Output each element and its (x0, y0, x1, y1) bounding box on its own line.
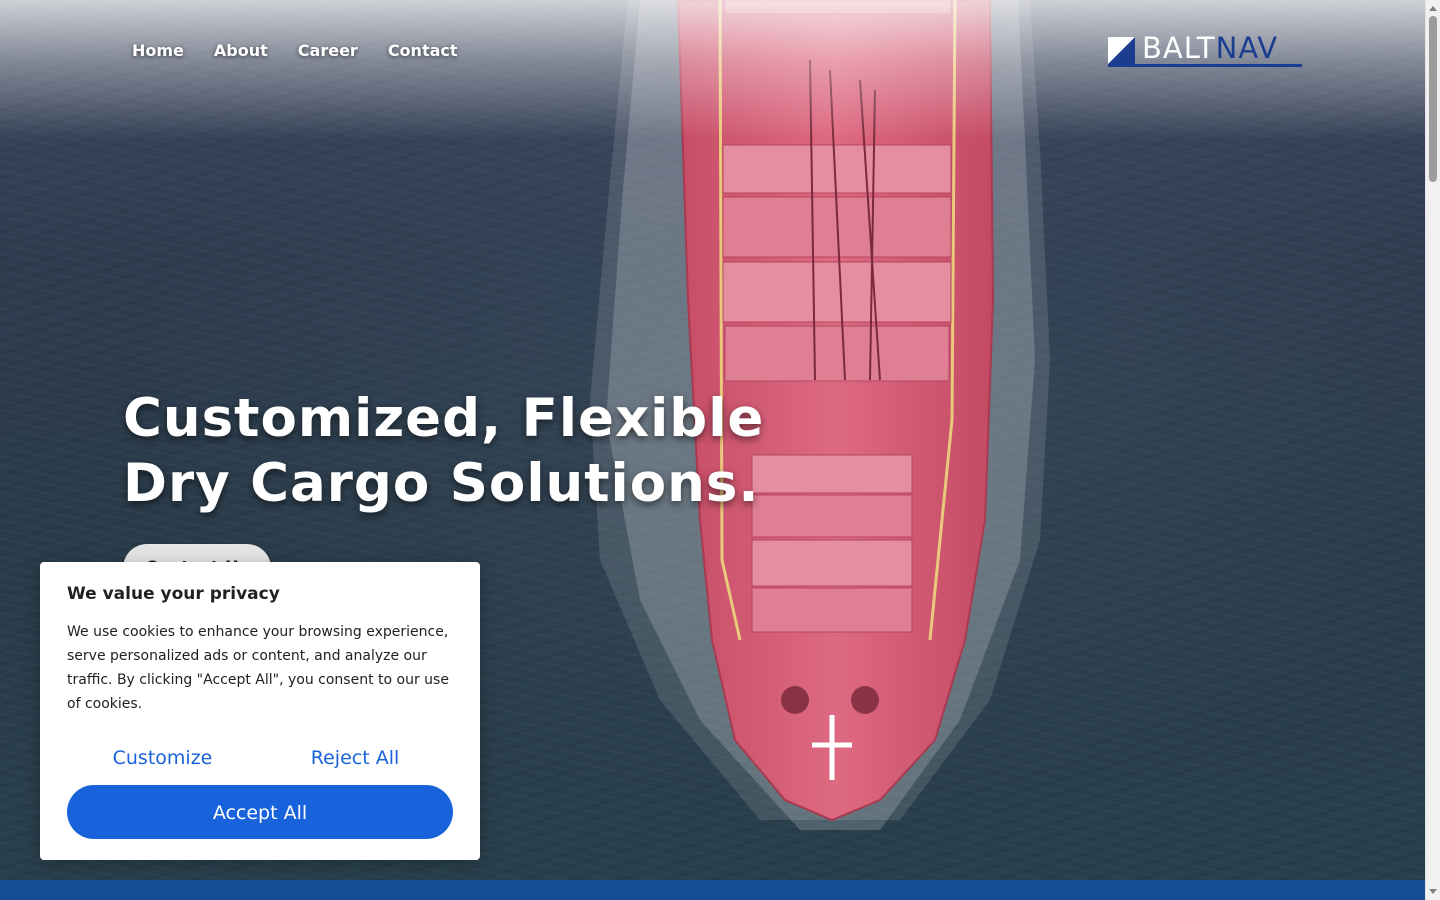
baltnav-logo[interactable]: BALTNAV (1108, 32, 1302, 70)
nav-home-link[interactable]: Home (132, 40, 184, 62)
hero-headline: Customized, Flexible Dry Cargo Solutions… (123, 386, 764, 516)
cookie-description: We use cookies to enhance your browsing … (67, 624, 449, 712)
cookie-customize-button[interactable]: Customize (110, 742, 215, 774)
logo-underline (1108, 64, 1302, 67)
cookie-reject-all-button[interactable]: Reject All (305, 742, 405, 774)
scroll-thumb[interactable] (1429, 16, 1437, 182)
page: Home About Career Contact BALTNAV Custom… (0, 0, 1440, 900)
main-nav: Home About Career Contact (132, 40, 458, 62)
nav-contact-link[interactable]: Contact (388, 40, 458, 62)
cookie-consent-dialog: We value your privacy We use cookies to … (40, 562, 480, 860)
logo-wordmark: BALTNAV (1142, 32, 1278, 64)
scroll-up-arrow-icon[interactable] (1429, 6, 1437, 11)
scroll-down-arrow-icon[interactable] (1429, 889, 1437, 894)
logo-mark-icon (1108, 37, 1135, 64)
page-scrollbar[interactable] (1425, 0, 1440, 900)
next-section-band (0, 880, 1425, 900)
cookie-accept-all-button[interactable]: Accept All (67, 785, 453, 839)
logo-text-nav: NAV (1215, 31, 1279, 65)
cookie-title: We value your privacy (67, 584, 280, 604)
hero-headline-line1: Customized, Flexible (123, 388, 765, 449)
hero-headline-line2: Dry Cargo Solutions. (123, 453, 760, 514)
logo-text-balt: BALT (1142, 31, 1216, 65)
nav-about-link[interactable]: About (214, 40, 268, 62)
nav-career-link[interactable]: Career (298, 40, 358, 62)
